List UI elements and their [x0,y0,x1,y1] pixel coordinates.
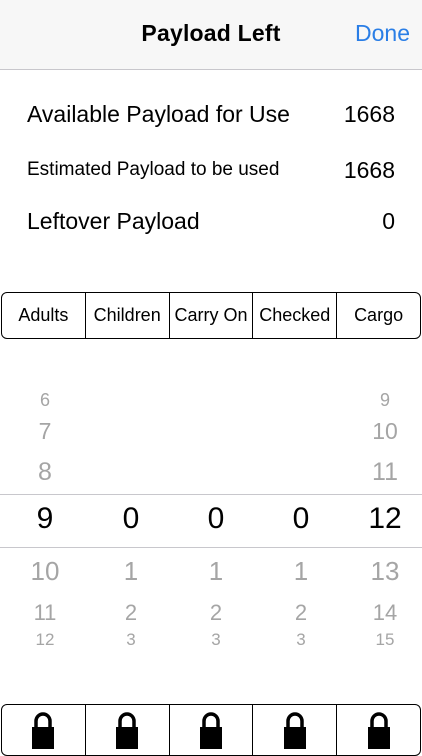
lock-toggle-carry-on[interactable] [170,705,254,755]
estimated-payload-value: 1668 [343,157,395,183]
picker-column-checked[interactable]: 0 1 2 3 [259,380,343,660]
picker-option: 1 [208,556,224,586]
category-segmented-control: Adults Children Carry On Checked Cargo [1,292,421,339]
picker-option: 8 [38,458,52,486]
picker-option: 1 [123,556,139,586]
lock-icon [367,712,390,749]
estimated-payload-label: Estimated Payload to be used [27,159,280,180]
picker-selected-value: 0 [207,502,225,535]
picker-option: 14 [372,600,398,625]
picker-option: 10 [30,556,60,586]
picker-option: 2 [294,600,308,625]
lock-icon [32,712,55,749]
segment-cargo[interactable]: Cargo [337,293,420,338]
lock-toggle-cargo[interactable] [337,705,420,755]
picker-option: 2 [124,600,138,625]
picker-option: 3 [211,630,221,649]
picker-selected-value: 0 [292,502,310,535]
done-button[interactable]: Done [355,20,410,47]
picker-selected-value: 9 [36,502,54,535]
picker-column-carry-on[interactable]: 0 1 2 3 [174,380,258,660]
navigation-bar: Payload Left Done [0,0,422,70]
lock-icon [283,712,306,749]
picker-option: 10 [372,418,398,444]
picker-option: 7 [38,418,52,444]
lock-bar [1,704,421,756]
segment-carry-on[interactable]: Carry On [170,293,254,338]
picker-option: 11 [33,600,57,625]
picker-option: 11 [372,458,398,486]
segment-children[interactable]: Children [86,293,170,338]
segment-checked[interactable]: Checked [253,293,338,338]
picker-column-children[interactable]: 0 1 2 3 [89,380,173,660]
picker-option: 2 [209,600,223,625]
lock-icon [199,712,222,749]
picker-option: 3 [296,630,306,649]
picker-column-cargo[interactable]: 9 10 11 12 13 14 15 [343,380,422,660]
lock-toggle-adults[interactable] [2,705,86,755]
segment-adults[interactable]: Adults [2,293,86,338]
picker-selected-value: 0 [122,502,140,535]
lock-toggle-children[interactable] [86,705,170,755]
picker-option: 1 [293,556,309,586]
leftover-payload-value: 0 [382,208,395,234]
available-payload-value: 1668 [343,101,395,127]
picker-option: 9 [379,390,390,410]
lock-icon [116,712,139,749]
lock-toggle-checked[interactable] [253,705,338,755]
picker-option: 13 [370,556,400,586]
picker-option: 15 [375,630,395,649]
picker-option: 12 [35,630,55,649]
picker-option: 6 [39,390,50,410]
picker-column-adults[interactable]: 6 7 8 9 10 11 12 [3,380,87,660]
count-picker: 6 7 8 9 10 11 12 0123 0123 0123 9 10 11 12 13 14 15 [0,380,422,660]
leftover-payload-label: Leftover Payload [27,208,200,234]
available-payload-label: Available Payload for Use [27,101,290,127]
picker-selected-value: 12 [368,502,402,535]
picker-option: 3 [126,630,136,649]
